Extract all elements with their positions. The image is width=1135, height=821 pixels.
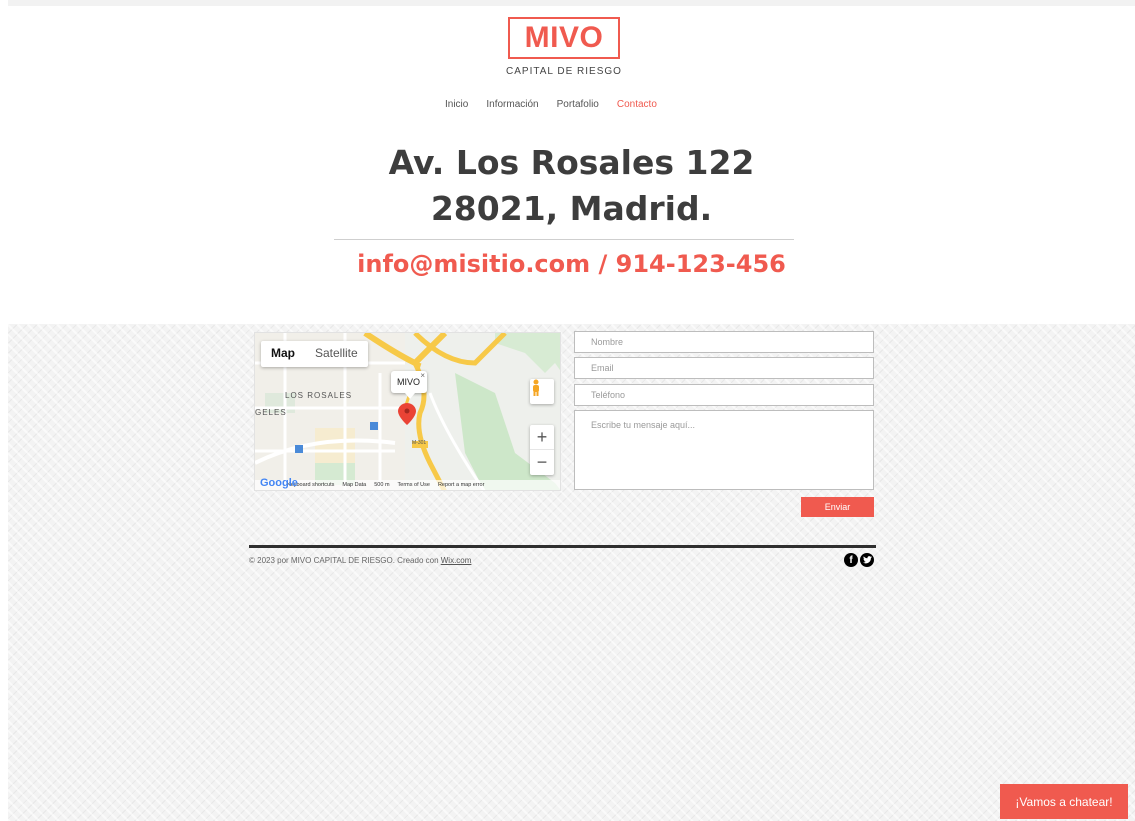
- nav-item-informacion[interactable]: Información: [486, 99, 538, 110]
- map-data[interactable]: Map Data: [342, 482, 366, 488]
- facebook-icon[interactable]: f: [844, 553, 858, 567]
- footer-divider: [249, 545, 876, 548]
- map-widget[interactable]: Map Satellite MIVO × LOS ROSALES GELES M…: [254, 332, 561, 491]
- google-logo-text: Google: [260, 477, 298, 489]
- logo-text: MIVO: [524, 21, 604, 54]
- map-marker-label: MIVO: [397, 377, 421, 387]
- email-field[interactable]: Email: [574, 357, 874, 379]
- zoom-out-button[interactable]: −: [530, 450, 554, 475]
- zoom-controls: + −: [530, 425, 554, 475]
- social-links: f: [844, 553, 874, 567]
- patterned-background: [8, 324, 1135, 821]
- message-field[interactable]: Escribe tu mensaje aquí...: [574, 410, 874, 490]
- map-area-label: LOS ROSALES: [285, 391, 353, 400]
- page: MIVO CAPITAL DE RIESGO Inicio Informació…: [8, 6, 1135, 821]
- map-terms[interactable]: Terms of Use: [398, 482, 430, 488]
- main-nav: Inicio Información Portafolio Contacto: [445, 99, 657, 110]
- divider: [334, 239, 794, 240]
- map-report-error[interactable]: Report a map error: [438, 482, 484, 488]
- chat-button[interactable]: ¡Vamos a chatear!: [1000, 784, 1128, 819]
- contact-info: info@misitio.com / 914-123-456: [357, 250, 786, 278]
- nav-item-contacto[interactable]: Contacto: [617, 99, 657, 110]
- map-tab-map[interactable]: Map: [261, 341, 305, 367]
- copyright: © 2023 por MIVO CAPITAL DE RIESGO. Cread…: [249, 556, 471, 565]
- email-placeholder: Email: [591, 363, 614, 373]
- twitter-bird-icon: [862, 556, 872, 564]
- send-button[interactable]: Enviar: [801, 497, 874, 517]
- map-type-tabs: Map Satellite: [261, 341, 368, 367]
- google-logo: Google: [260, 477, 298, 489]
- nav-item-portafolio[interactable]: Portafolio: [557, 99, 599, 110]
- logo[interactable]: MIVO: [508, 17, 620, 59]
- street-view-pegman-icon[interactable]: [530, 379, 554, 404]
- map-area-label-2: GELES: [255, 408, 287, 417]
- name-placeholder: Nombre: [591, 337, 624, 347]
- info-window-tail: [405, 393, 415, 399]
- map-info-window: MIVO ×: [391, 371, 427, 393]
- close-icon[interactable]: ×: [420, 371, 425, 380]
- twitter-icon[interactable]: [860, 553, 874, 567]
- name-field[interactable]: Nombre: [574, 331, 874, 353]
- phone-field[interactable]: Teléfono: [574, 384, 874, 406]
- road-label: M-301: [412, 440, 427, 446]
- address-line-2: 28021, Madrid.: [430, 189, 713, 228]
- zoom-in-button[interactable]: +: [530, 425, 554, 450]
- copyright-text: © 2023 por MIVO CAPITAL DE RIESGO. Cread…: [249, 556, 441, 565]
- nav-item-inicio[interactable]: Inicio: [445, 99, 468, 110]
- wix-link[interactable]: Wix.com: [441, 556, 472, 565]
- pegman-icon: [533, 379, 539, 396]
- message-placeholder: Escribe tu mensaje aquí...: [591, 420, 696, 430]
- phone-placeholder: Teléfono: [591, 390, 626, 400]
- map-scale: 500 m: [374, 482, 390, 488]
- map-tab-satellite[interactable]: Satellite: [305, 341, 368, 367]
- logo-subtitle: CAPITAL DE RIESGO: [506, 66, 622, 77]
- map-attribution-bar: Keyboard shortcuts Map Data 500 m Terms …: [255, 480, 560, 490]
- address-line-1: Av. Los Rosales 122: [388, 143, 755, 182]
